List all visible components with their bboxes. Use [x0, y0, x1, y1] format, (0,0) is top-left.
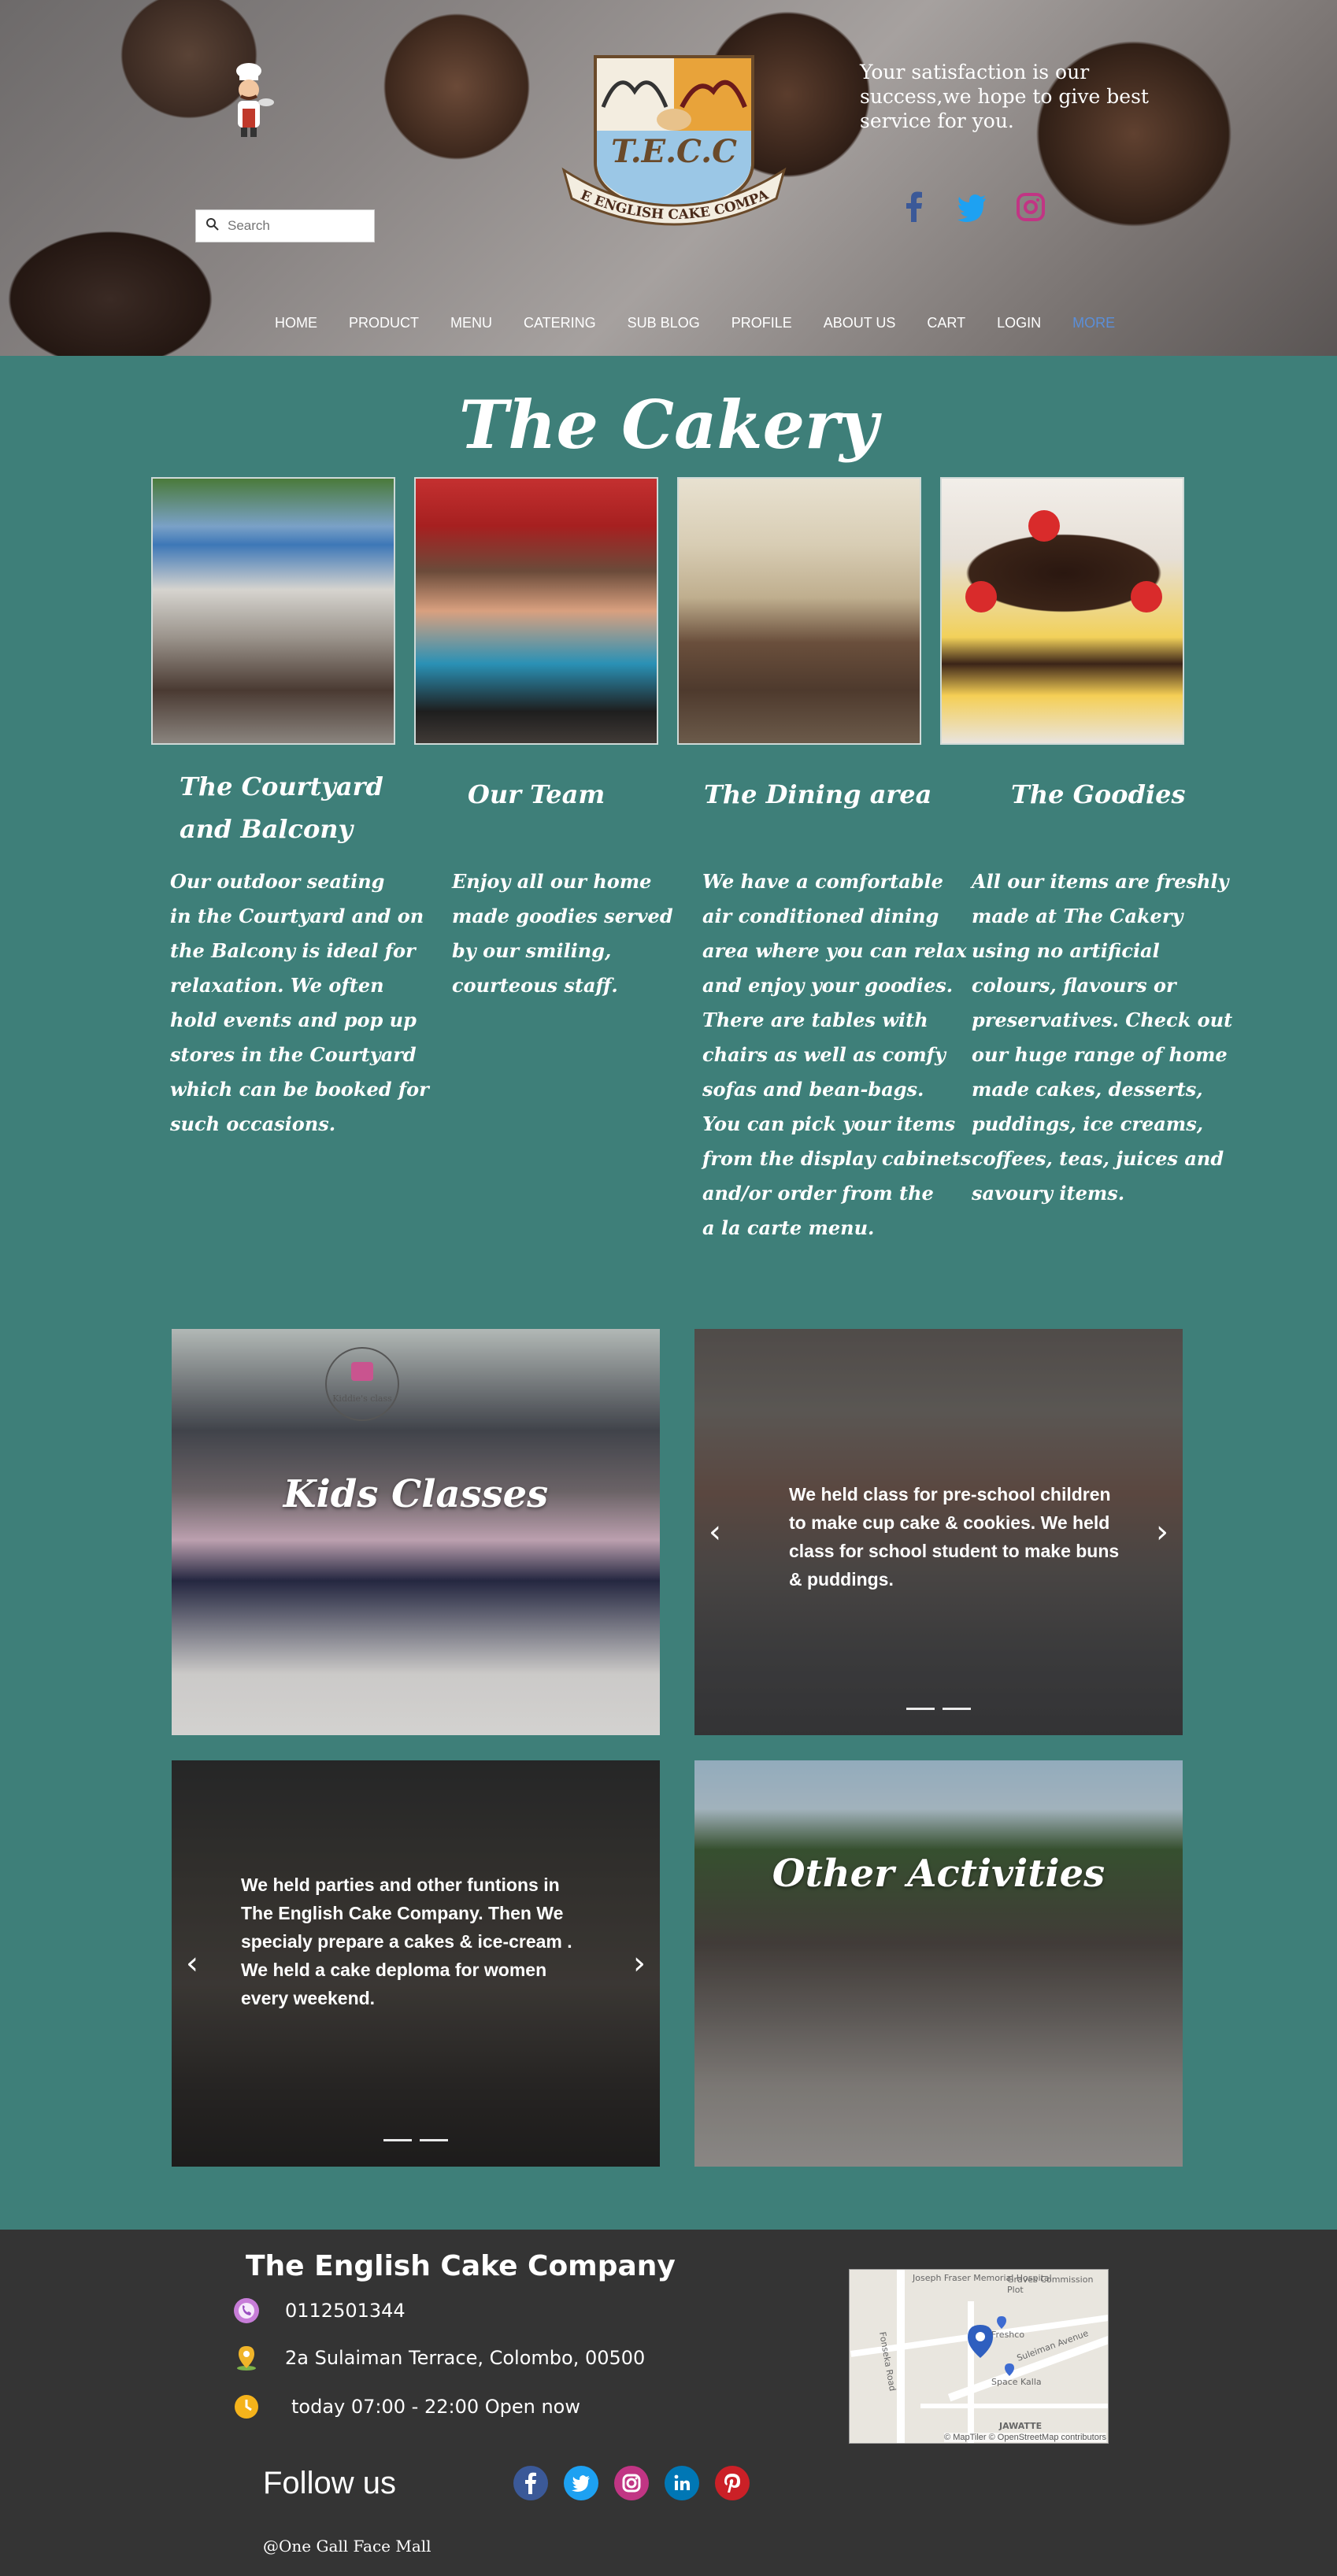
- slide-dot[interactable]: [943, 1708, 971, 1710]
- footer-company-name: The English Cake Company: [246, 2250, 676, 2282]
- parties-slide-text: We held parties and other funtions in Th…: [241, 1875, 572, 2008]
- goodies-photo: [940, 477, 1184, 745]
- kids-classes-tile[interactable]: Kiddie's class Kids Classes: [172, 1329, 660, 1735]
- parties-slider[interactable]: We held parties and other funtions in Th…: [172, 1760, 660, 2167]
- slider-indicator: [383, 2139, 448, 2141]
- location-map[interactable]: Joseph Fraser Memorial Hospital Graves C…: [849, 2269, 1109, 2444]
- site-logo[interactable]: T.E.C.C THE ENGLISH CAKE COMPANY: [550, 32, 792, 238]
- header-tagline: Your satisfaction is our success,we hope…: [860, 61, 1149, 132]
- dining-title: The Dining area: [704, 779, 932, 809]
- map-label: Fonseka Road: [877, 2330, 898, 2393]
- clock-icon: [233, 2393, 260, 2420]
- nav-about-us[interactable]: ABOUT US: [824, 315, 896, 331]
- chevron-right-icon[interactable]: ›: [1156, 1514, 1168, 1550]
- goodies-title: The Goodies: [1011, 779, 1186, 809]
- nav-catering[interactable]: CATERING: [524, 315, 596, 331]
- footer: The English Cake Company 0112501344 2a S…: [0, 2230, 1337, 2576]
- map-pin-icon: [997, 2316, 1006, 2329]
- dining-area-photo: [677, 477, 921, 745]
- map-pin-icon[interactable]: [966, 2323, 994, 2359]
- dining-text: We have a comfortable air conditioned di…: [702, 870, 972, 1239]
- chevron-left-icon[interactable]: ‹: [186, 1945, 198, 1982]
- page-title: The Cakery: [458, 386, 879, 464]
- map-label: JAWATTE: [999, 2421, 1043, 2431]
- map-pin-icon: [1005, 2363, 1014, 2376]
- chevron-right-icon[interactable]: ›: [633, 1945, 646, 1982]
- address-text: 2a Sulaiman Terrace, Colombo, 00500: [285, 2347, 646, 2369]
- team-title: Our Team: [468, 779, 606, 809]
- search-input[interactable]: [228, 218, 369, 234]
- nav-cart[interactable]: CART: [927, 315, 965, 331]
- opening-hours: today 07:00 - 22:00 Open now: [291, 2396, 580, 2418]
- linkedin-icon[interactable]: [665, 2466, 699, 2500]
- kids-classes-title: Kids Classes: [283, 1472, 549, 1516]
- team-photo: [414, 477, 658, 745]
- other-activities-title: Other Activities: [772, 1852, 1106, 1896]
- main-nav: HOME PRODUCT MENU CATERING SUB BLOG PROF…: [275, 315, 1146, 331]
- instagram-icon[interactable]: [1016, 191, 1046, 224]
- logo-monogram: T.E.C.C: [611, 133, 737, 170]
- footer-hours: today 07:00 - 22:00 Open now: [233, 2393, 580, 2420]
- header-social-links: [899, 191, 1046, 224]
- facebook-icon[interactable]: [899, 191, 929, 224]
- slider-indicator: [906, 1708, 971, 1710]
- instagram-icon[interactable]: [614, 2466, 649, 2500]
- other-activities-tile[interactable]: Other Activities: [694, 1760, 1183, 2167]
- follow-us-label: Follow us: [263, 2466, 396, 2500]
- courtyard-photo: [151, 477, 395, 745]
- phone-icon: [233, 2297, 260, 2324]
- search-box[interactable]: [195, 209, 375, 242]
- slide-dot[interactable]: [420, 2139, 448, 2141]
- map-label: Freshco: [991, 2330, 1025, 2340]
- classes-slide-text: We held class for pre-school children to…: [789, 1484, 1120, 1590]
- twitter-icon[interactable]: [564, 2466, 598, 2500]
- goodies-text: All our items are freshly made at The Ca…: [972, 870, 1233, 1205]
- nav-sub-blog[interactable]: SUB BLOG: [628, 315, 700, 331]
- map-label: Space Kalla: [991, 2377, 1042, 2387]
- chef-icon: [227, 61, 274, 140]
- search-icon: [206, 217, 220, 235]
- map-label: Graves Commission Plot: [1007, 2274, 1094, 2295]
- nav-profile[interactable]: PROFILE: [731, 315, 792, 331]
- nav-menu[interactable]: MENU: [450, 315, 492, 331]
- team-text: Enjoy all our home made goodies served b…: [452, 870, 673, 997]
- nav-product[interactable]: PRODUCT: [349, 315, 419, 331]
- location-pin-icon: [233, 2345, 260, 2371]
- header-banner: T.E.C.C THE ENGLISH CAKE COMPANY Your sa…: [0, 0, 1337, 356]
- nav-login[interactable]: LOGIN: [997, 315, 1041, 331]
- courtyard-title: The Courtyard and Balcony: [180, 772, 383, 844]
- chevron-left-icon[interactable]: ‹: [709, 1514, 721, 1550]
- nav-more[interactable]: MORE: [1072, 315, 1115, 331]
- footer-social-links: [513, 2466, 750, 2500]
- svg-text:Kiddie's class: Kiddie's class: [332, 1393, 392, 1404]
- facebook-icon[interactable]: [513, 2466, 548, 2500]
- map-attribution: © MapTiler © OpenStreetMap contributors: [944, 2433, 1106, 2442]
- slide-dot[interactable]: [383, 2139, 412, 2141]
- twitter-icon[interactable]: [957, 191, 987, 224]
- slide-dot[interactable]: [906, 1708, 935, 1710]
- pinterest-icon[interactable]: [715, 2466, 750, 2500]
- phone-number[interactable]: 0112501344: [285, 2300, 406, 2322]
- courtyard-text: Our outdoor seating in the Courtyard and…: [170, 870, 429, 1135]
- classes-slider[interactable]: We held class for pre-school children to…: [694, 1329, 1183, 1735]
- footer-address: 2a Sulaiman Terrace, Colombo, 00500: [233, 2345, 645, 2371]
- kiddies-class-badge: Kiddie's class: [325, 1347, 399, 1421]
- location-note: @One Gall Face Mall: [263, 2537, 431, 2556]
- footer-phone: 0112501344: [233, 2297, 406, 2324]
- nav-home[interactable]: HOME: [275, 315, 317, 331]
